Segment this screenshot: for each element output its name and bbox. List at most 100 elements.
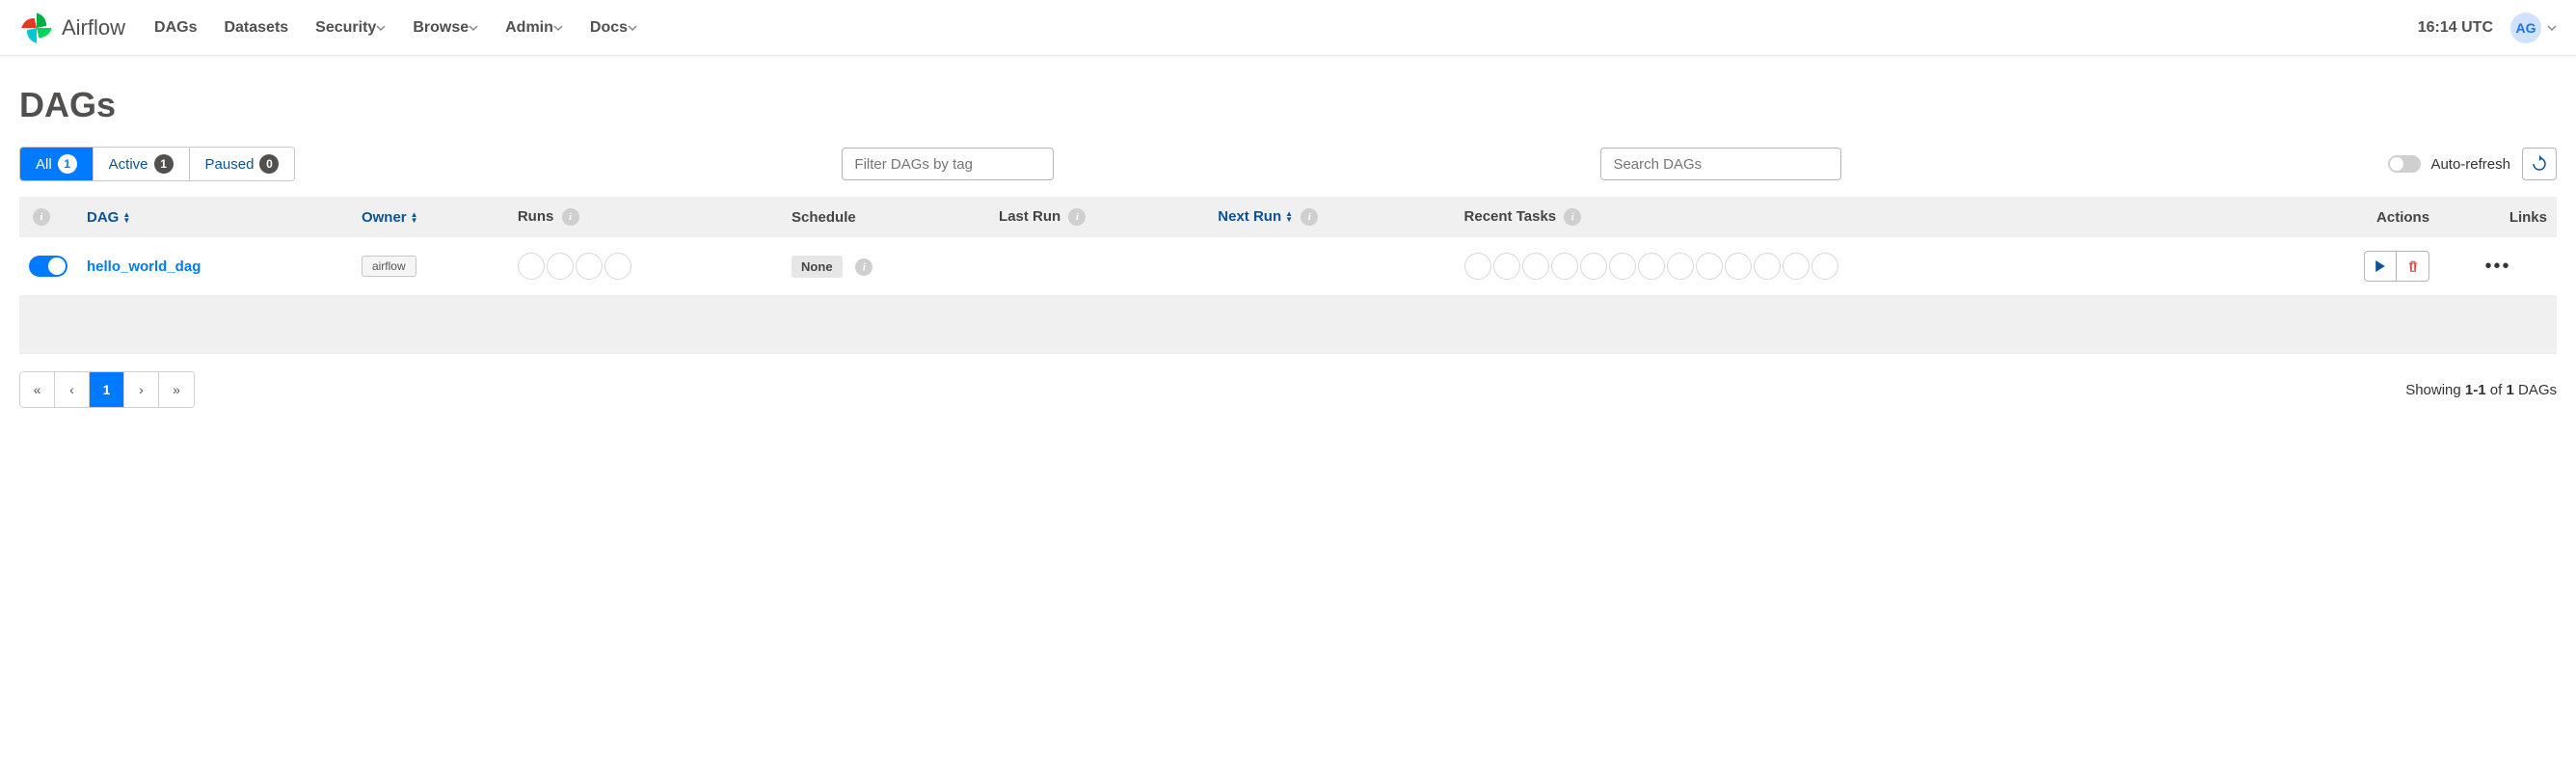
nav-security[interactable]: Security bbox=[315, 19, 386, 37]
brand-name: Airflow bbox=[62, 15, 125, 41]
avatar: AG bbox=[2510, 13, 2541, 43]
delete-dag-button[interactable] bbox=[2397, 251, 2429, 282]
col-next-run[interactable]: Next Run▲▼ i bbox=[1208, 197, 1454, 237]
nav-right: 16:14 UTC AG bbox=[2418, 13, 2557, 43]
next-run-cell bbox=[1208, 237, 1454, 296]
clock: 16:14 UTC bbox=[2418, 19, 2493, 37]
info-icon: i bbox=[562, 208, 579, 226]
task-circle[interactable] bbox=[1696, 253, 1723, 280]
info-icon: i bbox=[1564, 208, 1581, 226]
task-circle[interactable] bbox=[1551, 253, 1578, 280]
auto-refresh-label: Auto-refresh bbox=[2430, 156, 2510, 173]
recent-tasks-circles bbox=[1464, 253, 2255, 280]
table-row: hello_world_dag airflow None i bbox=[19, 237, 2557, 296]
tag-filter bbox=[842, 148, 1054, 180]
airflow-pinwheel-icon bbox=[19, 11, 54, 45]
owner-badge[interactable]: airflow bbox=[362, 256, 416, 277]
task-circle[interactable] bbox=[1638, 253, 1665, 280]
filter-tabs: All 1 Active 1 Paused 0 bbox=[19, 147, 295, 181]
task-circle[interactable] bbox=[1609, 253, 1636, 280]
table-spacer bbox=[19, 296, 2557, 354]
col-runs: Runs i bbox=[508, 197, 782, 237]
actions-cell bbox=[2274, 251, 2429, 282]
run-circle[interactable] bbox=[576, 253, 603, 280]
filter-count-active: 1 bbox=[154, 154, 174, 174]
pagination: « ‹ 1 › » bbox=[19, 371, 195, 408]
run-circle[interactable] bbox=[604, 253, 631, 280]
sort-icon: ▲▼ bbox=[122, 212, 130, 224]
refresh-button[interactable] bbox=[2522, 148, 2557, 180]
toolbar: All 1 Active 1 Paused 0 Auto-refresh bbox=[19, 147, 2557, 181]
sort-icon: ▲▼ bbox=[1285, 211, 1293, 223]
nav-admin[interactable]: Admin bbox=[505, 19, 563, 37]
info-icon: i bbox=[33, 208, 50, 226]
trash-icon bbox=[2406, 259, 2420, 273]
showing-text: Showing 1-1 of 1 DAGs bbox=[2405, 382, 2557, 398]
filter-tab-active[interactable]: Active 1 bbox=[94, 148, 190, 180]
dag-name-link[interactable]: hello_world_dag bbox=[87, 258, 201, 275]
task-circle[interactable] bbox=[1464, 253, 1491, 280]
filter-count-all: 1 bbox=[58, 154, 77, 174]
chevron-down-icon bbox=[553, 23, 563, 33]
filter-tab-all[interactable]: All 1 bbox=[20, 148, 94, 180]
nav-dags[interactable]: DAGs bbox=[154, 19, 197, 37]
play-icon bbox=[2375, 260, 2386, 272]
auto-refresh: Auto-refresh bbox=[2388, 155, 2510, 173]
refresh-icon bbox=[2531, 155, 2548, 173]
task-circle[interactable] bbox=[1493, 253, 1520, 280]
logo[interactable]: Airflow bbox=[19, 11, 125, 45]
page-current[interactable]: 1 bbox=[90, 372, 124, 407]
info-icon: i bbox=[1301, 208, 1318, 226]
runs-circles bbox=[518, 253, 772, 280]
run-circle[interactable] bbox=[518, 253, 545, 280]
footer: « ‹ 1 › » Showing 1-1 of 1 DAGs bbox=[19, 371, 2557, 408]
dag-table: i DAG▲▼ Owner▲▼ Runs i Schedule Last Run… bbox=[19, 197, 2557, 354]
last-run-cell bbox=[989, 237, 1208, 296]
task-circle[interactable] bbox=[1725, 253, 1752, 280]
trigger-dag-button[interactable] bbox=[2364, 251, 2397, 282]
col-dag[interactable]: DAG▲▼ bbox=[77, 197, 352, 237]
info-icon: i bbox=[855, 258, 872, 276]
user-menu[interactable]: AG bbox=[2510, 13, 2557, 43]
table-header-row: i DAG▲▼ Owner▲▼ Runs i Schedule Last Run… bbox=[19, 197, 2557, 237]
task-circle[interactable] bbox=[1667, 253, 1694, 280]
nav-browse[interactable]: Browse bbox=[413, 19, 478, 37]
col-owner[interactable]: Owner▲▼ bbox=[352, 197, 508, 237]
page-prev[interactable]: ‹ bbox=[55, 372, 90, 407]
schedule-badge[interactable]: None bbox=[792, 256, 843, 278]
navbar: Airflow DAGs Datasets Security Browse Ad… bbox=[0, 0, 2576, 56]
col-last-run: Last Run i bbox=[989, 197, 1208, 237]
task-circle[interactable] bbox=[1811, 253, 1838, 280]
dag-enable-toggle[interactable] bbox=[29, 256, 67, 277]
col-actions: Actions bbox=[2265, 197, 2439, 237]
chevron-down-icon bbox=[376, 23, 386, 33]
search-input[interactable] bbox=[1600, 148, 1841, 180]
chevron-down-icon bbox=[2547, 23, 2557, 33]
task-circle[interactable] bbox=[1580, 253, 1607, 280]
nav-docs[interactable]: Docs bbox=[590, 19, 637, 37]
filter-count-paused: 0 bbox=[259, 154, 279, 174]
nav-items: DAGs Datasets Security Browse Admin Docs bbox=[154, 19, 2418, 37]
page-last[interactable]: » bbox=[159, 372, 194, 407]
info-icon: i bbox=[1068, 208, 1086, 226]
run-circle[interactable] bbox=[547, 253, 574, 280]
page: DAGs All 1 Active 1 Paused 0 Auto-refr bbox=[0, 56, 2576, 437]
col-recent-tasks: Recent Tasks i bbox=[1455, 197, 2265, 237]
page-first[interactable]: « bbox=[20, 372, 55, 407]
task-circle[interactable] bbox=[1783, 253, 1810, 280]
page-next[interactable]: › bbox=[124, 372, 159, 407]
filter-tab-paused[interactable]: Paused 0 bbox=[190, 148, 295, 180]
nav-datasets[interactable]: Datasets bbox=[224, 19, 288, 37]
links-menu-button[interactable]: ••• bbox=[2449, 256, 2547, 278]
tag-filter-input[interactable] bbox=[842, 148, 1054, 180]
chevron-down-icon bbox=[469, 23, 478, 33]
search-box bbox=[1600, 148, 1841, 180]
page-title: DAGs bbox=[19, 85, 2557, 125]
auto-refresh-toggle[interactable] bbox=[2388, 155, 2421, 173]
col-schedule: Schedule bbox=[782, 197, 989, 237]
chevron-down-icon bbox=[628, 23, 637, 33]
col-links: Links bbox=[2439, 197, 2557, 237]
sort-icon: ▲▼ bbox=[411, 212, 418, 224]
task-circle[interactable] bbox=[1522, 253, 1549, 280]
task-circle[interactable] bbox=[1754, 253, 1781, 280]
